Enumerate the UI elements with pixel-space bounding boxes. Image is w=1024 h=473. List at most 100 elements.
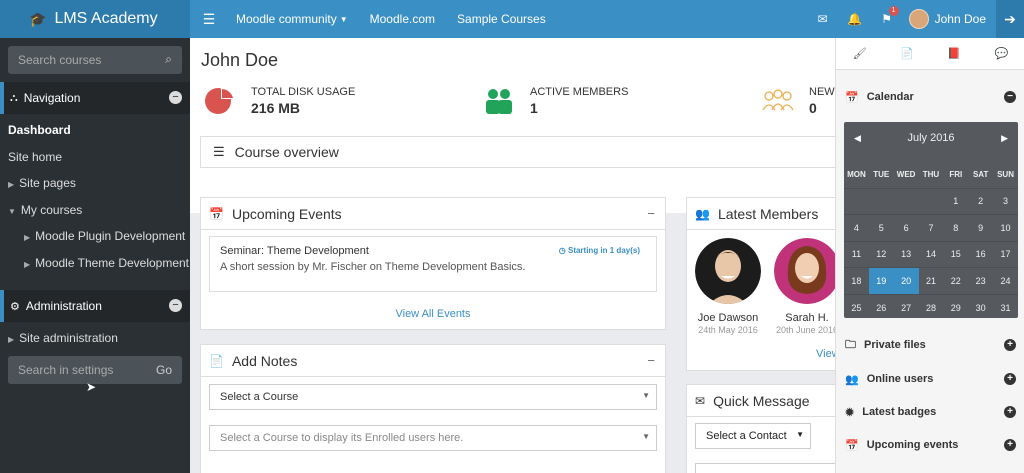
member-card[interactable]: Sarah H. 20th June 2016 [772, 238, 835, 335]
expand-icon[interactable]: + [1004, 373, 1016, 385]
hamburger-menu-icon[interactable]: ☰ [194, 11, 224, 28]
administration-block-header[interactable]: ⚙ Administration − [0, 290, 190, 322]
caret-down-icon: ▼ [796, 430, 804, 439]
calendar-day[interactable]: 22 [943, 267, 969, 294]
collapse-icon[interactable]: − [1004, 91, 1016, 103]
nav-sample-courses[interactable]: Sample Courses [457, 12, 546, 26]
calendar-day[interactable]: 10 [993, 214, 1018, 241]
calendar-day[interactable]: 24 [993, 267, 1018, 294]
calendar-day[interactable]: 29 [943, 293, 969, 321]
calendar-week: 123 [844, 187, 1018, 215]
calendar-day[interactable]: 17 [993, 240, 1018, 268]
go-button[interactable]: Go [156, 363, 172, 377]
calendar-day[interactable]: 20 [893, 267, 919, 294]
arrow-right-icon[interactable]: ➔ [996, 0, 1024, 38]
calendar-day[interactable]: 14 [918, 240, 944, 268]
select-users-dropdown[interactable]: Select a Course to display its Enrolled … [209, 425, 657, 451]
calendar-day[interactable]: 13 [893, 240, 919, 268]
search-courses-input[interactable]: Search courses ⌕ [8, 46, 182, 74]
book-icon[interactable]: 📕 [947, 47, 961, 60]
calendar-day[interactable]: 31 [993, 293, 1018, 321]
stat-active-members: ACTIVE MEMBERS 1 [482, 86, 628, 116]
calendar-day[interactable]: 16 [968, 240, 994, 268]
calendar-day[interactable]: 5 [868, 214, 894, 241]
member-card[interactable]: Joe Dawson 24th May 2016 [693, 238, 763, 335]
calendar-week: 25 26 27 28 29 30 31 [844, 293, 1018, 321]
upcoming-events-block[interactable]: 📅 Upcoming events + [836, 430, 1024, 460]
view-members-link[interactable]: View [816, 348, 835, 360]
message-textarea[interactable] [695, 463, 835, 473]
nav-course-theme[interactable]: ▶ Moodle Theme Development [24, 256, 189, 270]
calendar-day[interactable]: 7 [918, 214, 944, 241]
brand-logo[interactable]: 🎓 LMS Academy [0, 0, 190, 38]
select-course-dropdown[interactable]: Select a Course ▼ [209, 384, 657, 410]
user-name: John Doe [934, 12, 986, 26]
user-menu[interactable]: John Doe [908, 9, 986, 29]
nav-my-courses[interactable]: ▼ My courses [8, 203, 82, 217]
envelope-icon[interactable]: ✉ [807, 12, 839, 26]
collapse-icon[interactable]: − [169, 91, 182, 104]
latest-badges-block[interactable]: ✹ Latest badges + [836, 397, 1024, 427]
weekday-label: SUN [997, 170, 1014, 180]
calendar-day[interactable]: 27 [893, 293, 919, 321]
navigation-block-header[interactable]: ⛬ Navigation − [0, 82, 190, 114]
calendar-day[interactable]: 18 [844, 267, 869, 294]
calendar-day[interactable]: 1 [943, 187, 969, 215]
expand-icon[interactable]: + [1004, 339, 1016, 351]
calendar-day[interactable]: 9 [968, 214, 994, 241]
nav-moodle-community[interactable]: Moodle community ▼ [236, 12, 348, 26]
calendar-day[interactable]: 11 [844, 240, 869, 268]
calendar-day[interactable]: 6 [893, 214, 919, 241]
nav-site-administration[interactable]: ▶ Site administration [8, 331, 118, 345]
calendar-day[interactable]: 25 [844, 293, 869, 321]
calendar-block-header[interactable]: 📅 Calendar − [836, 82, 1024, 112]
calendar-day[interactable]: 28 [918, 293, 944, 321]
calendar-day[interactable]: 8 [943, 214, 969, 241]
search-icon[interactable]: ⌕ [165, 52, 172, 67]
calendar-day[interactable]: 30 [968, 293, 994, 321]
nav-dashboard[interactable]: Dashboard [8, 123, 71, 137]
event-card[interactable]: Seminar: Theme Development A short sessi… [209, 236, 657, 292]
nav-moodle-com[interactable]: Moodle.com [370, 12, 435, 26]
group-icon [762, 89, 794, 111]
document-icon[interactable]: 📄 [900, 47, 914, 60]
flag-icon[interactable]: ⚑ 1 [871, 6, 903, 26]
private-files-block[interactable]: 🗀 Private files + [836, 330, 1024, 360]
calendar-day[interactable]: 26 [868, 293, 894, 321]
collapse-icon[interactable]: − [647, 353, 655, 368]
calendar-day[interactable]: 23 [968, 267, 994, 294]
caret-down-icon: ▼ [642, 432, 650, 441]
member-date: 24th May 2016 [698, 325, 758, 335]
select-contact-dropdown[interactable]: Select a Contact ▼ [695, 423, 811, 449]
calendar-day [893, 187, 919, 215]
calendar-day[interactable]: 4 [844, 214, 869, 241]
stat-disk-usage: TOTAL DISK USAGE 216 MB [203, 86, 355, 116]
note-icon: 📄 [209, 353, 224, 368]
calendar-day[interactable]: 12 [868, 240, 894, 268]
quick-message-panel: ✉ Quick Message Select a Contact ▼ [686, 384, 835, 473]
mouse-cursor-icon: ➤ [86, 380, 97, 394]
collapse-icon[interactable]: − [647, 206, 655, 221]
nav-site-pages[interactable]: ▶ Site pages [8, 176, 76, 190]
collapse-icon[interactable]: − [169, 299, 182, 312]
bell-icon[interactable]: 🔔 [839, 12, 871, 26]
calendar-day[interactable]: 3 [993, 187, 1018, 215]
expand-icon[interactable]: + [1004, 439, 1016, 451]
calendar-day[interactable]: 15 [943, 240, 969, 268]
member-name: Joe Dawson [697, 312, 759, 324]
expand-icon[interactable]: + [1004, 406, 1016, 418]
view-all-events-link[interactable]: View All Events [201, 308, 665, 320]
calendar-day[interactable]: 2 [968, 187, 994, 215]
online-users-block[interactable]: 👥 Online users + [836, 364, 1024, 394]
page-title: John Doe [201, 50, 279, 70]
comments-icon[interactable]: 💬 [995, 47, 1009, 60]
nav-course-plugin[interactable]: ▶ Moodle Plugin Development [24, 229, 185, 243]
stat-value: 1 [530, 100, 538, 116]
next-month-icon[interactable]: ▶ [1001, 133, 1008, 144]
course-overview-block[interactable]: ☰ Course overview [200, 136, 835, 168]
calendar-day[interactable]: 19 [868, 267, 894, 294]
calendar-day[interactable]: 21 [918, 267, 944, 294]
nav-site-home[interactable]: Site home [8, 150, 62, 164]
brand-name: LMS Academy [54, 10, 158, 27]
brush-icon[interactable]: 🖌 [853, 47, 867, 60]
